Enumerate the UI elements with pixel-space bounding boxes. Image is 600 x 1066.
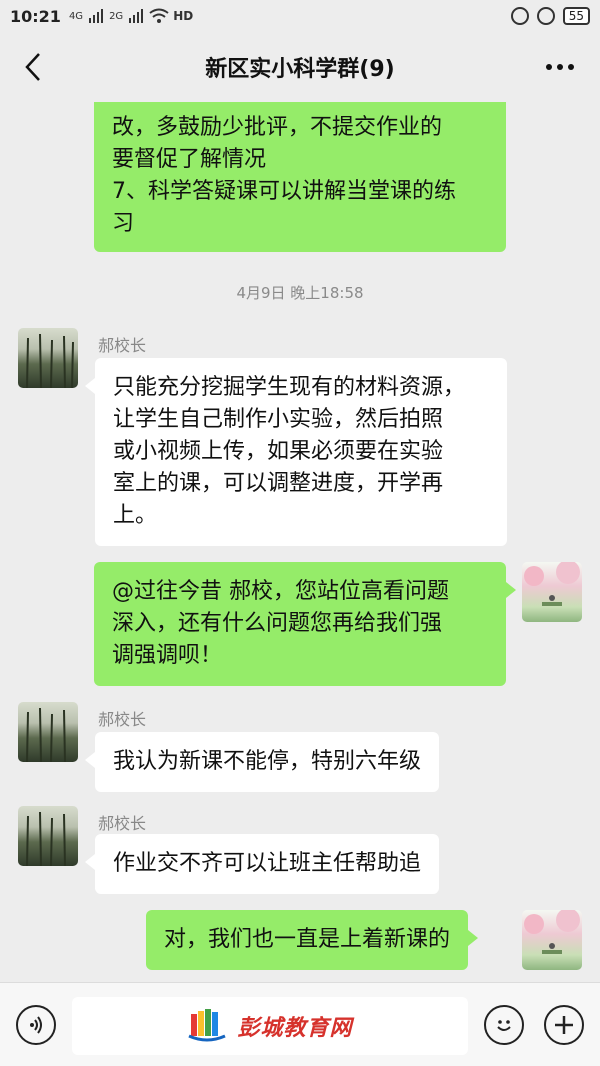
voice-icon (30, 1016, 42, 1034)
avatar[interactable] (522, 910, 582, 970)
message-text: 深入，还有什么问题您再给我们强 (112, 611, 443, 636)
voice-input-button[interactable] (16, 1005, 56, 1045)
status-time: 10:21 (10, 6, 61, 26)
chat-title: 新区实小科学群(9) (205, 57, 395, 82)
message-input[interactable]: 彭城教育网 (72, 997, 468, 1055)
signal-bars-icon (129, 9, 144, 23)
avatar[interactable] (522, 562, 582, 622)
message-text: 我认为新课不能停，特别六年级 (113, 749, 422, 774)
sender-name: 郝校长 (98, 336, 147, 355)
sender-name: 郝校长 (98, 710, 147, 729)
message-bubble-self[interactable]: @过往今昔 郝校，您站位高看问题 深入，还有什么问题您再给我们强 调强调呗！ (94, 562, 516, 686)
emoji-button[interactable] (484, 1005, 524, 1045)
smiley-icon (497, 1020, 511, 1031)
more-actions-button[interactable] (544, 1005, 584, 1045)
message-text: 让学生自己制作小实验，然后拍照 (113, 407, 444, 432)
message-text: @过往今昔 郝校，您站位高看问题 (112, 579, 449, 604)
battery-icon: 55 (562, 7, 590, 25)
message-text: 只能充分挖掘学生现有的材料资源， (113, 375, 466, 400)
chat-header: 新区实小科学群(9) (0, 32, 600, 102)
message-text: 对，我们也一直是上着新课的 (164, 927, 451, 952)
message-text: 或小视频上传，如果必须要在实验 (113, 439, 444, 464)
message-text: 室上的课，可以调整进度，开学再 (113, 471, 444, 496)
message-timestamp: 4月9日 晚上18:58 (236, 284, 364, 302)
message-text: 习 (112, 211, 135, 236)
alarm-icon (536, 7, 555, 25)
message-bubble-other[interactable]: 只能充分挖掘学生现有的材料资源， 让学生自己制作小实验，然后拍照 或小视频上传，… (85, 358, 507, 546)
more-icon (546, 64, 574, 70)
chevron-left-icon (25, 53, 40, 81)
message-text: 上。 (113, 503, 158, 528)
sender-name: 郝校长 (98, 814, 147, 833)
more-options-button[interactable] (542, 52, 578, 82)
avatar[interactable] (18, 806, 78, 866)
status-bar: 10:21 4G 2G HD 55 (0, 0, 600, 32)
message-bubble-other[interactable]: 作业交不齐可以让班主任帮助追 (84, 834, 440, 894)
chat-message-list[interactable]: 改，多鼓励少批评，不提交作业的 要督促了解情况 7、科学答疑课可以讲解当堂课的练… (0, 102, 600, 982)
message-text: 作业交不齐可以让班主任帮助追 (113, 851, 422, 876)
wifi-icon (149, 8, 169, 23)
signal-2g: 2G (109, 10, 124, 22)
message-bubble-other[interactable]: 我认为新课不能停，特别六年级 (84, 732, 440, 792)
plus-icon (555, 1016, 573, 1034)
message-text: 调强调呗！ (112, 643, 223, 668)
watermark-text: 彭城教育网 (237, 1016, 353, 1041)
hd-badge: HD (173, 9, 194, 23)
input-bar: 彭城教育网 (0, 982, 600, 1066)
signal-bars-icon (89, 9, 104, 23)
rotation-lock-icon (510, 7, 529, 25)
signal-4g: 4G (68, 10, 84, 22)
message-bubble-self[interactable]: 对，我们也一直是上着新课的 (146, 910, 479, 970)
message-text: 7、科学答疑课可以讲解当堂课的练 (112, 179, 456, 204)
back-button[interactable] (18, 50, 48, 84)
avatar[interactable] (18, 702, 78, 762)
message-bubble-self[interactable]: 改，多鼓励少批评，不提交作业的 要督促了解情况 7、科学答疑课可以讲解当堂课的练… (94, 102, 506, 252)
message-text: 改，多鼓励少批评，不提交作业的 (112, 115, 443, 140)
avatar[interactable] (18, 328, 78, 388)
book-logo-icon (188, 1009, 227, 1042)
message-text: 要督促了解情况 (112, 147, 267, 172)
